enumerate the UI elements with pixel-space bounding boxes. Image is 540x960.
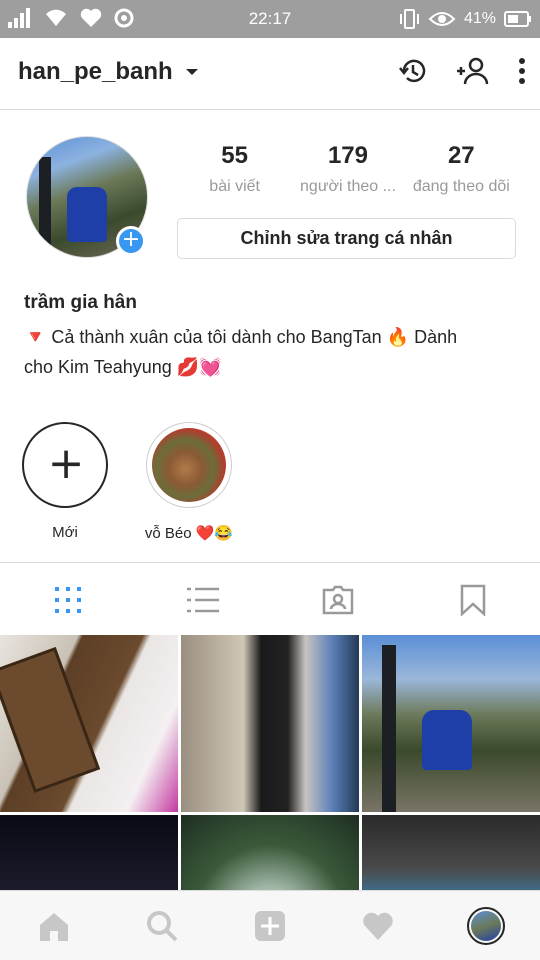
nav-profile[interactable]	[432, 891, 540, 960]
account-switcher[interactable]: han_pe_banh	[18, 58, 199, 86]
username-label: han_pe_banh	[18, 58, 173, 85]
highlight-label: vỗ Béo ❤️😂	[144, 525, 234, 542]
post-thumbnail[interactable]	[0, 635, 178, 812]
battery-percent: 41%	[463, 10, 496, 27]
tab-grid[interactable]	[0, 563, 135, 636]
bio-line: 🔻 Cả thành xuân của tôi dành cho BangTan…	[24, 327, 458, 347]
profile-full-name: trầm gia hân	[24, 292, 137, 313]
nav-activity[interactable]	[324, 891, 432, 960]
followers-stat[interactable]: 179 người theo ...	[291, 142, 404, 196]
profile-avatar-icon	[467, 906, 505, 945]
add-post-icon	[255, 910, 285, 941]
more-icon[interactable]	[518, 56, 526, 86]
plus-icon: +	[47, 438, 85, 489]
following-stat[interactable]: 27 đang theo dõi	[405, 142, 518, 196]
highlight-cover-image	[152, 428, 226, 502]
post-thumbnail[interactable]	[362, 815, 540, 891]
battery-icon	[504, 11, 531, 27]
home-icon	[40, 912, 68, 941]
post-thumbnail[interactable]	[181, 635, 359, 812]
profile-bio: 🔻 Cả thành xuân của tôi dành cho BangTan…	[24, 322, 514, 382]
highlight-label: Mới	[52, 524, 78, 541]
highlight-item[interactable]: vỗ Béo ❤️😂	[144, 422, 234, 542]
search-icon	[147, 910, 178, 941]
followers-count: 179	[327, 142, 368, 169]
grid-icon	[54, 586, 81, 613]
post-grid	[0, 635, 540, 891]
following-count: 27	[447, 142, 475, 169]
add-story-icon[interactable]: +	[116, 226, 146, 256]
post-thumbnail[interactable]	[362, 635, 540, 812]
saved-icon	[460, 584, 485, 616]
profile-stats: 55 bài viết 179 người theo ... 27 đang t…	[178, 142, 518, 196]
highlight-new[interactable]: + Mới	[21, 422, 109, 541]
vibrate-icon	[399, 9, 419, 29]
posts-count: 55	[221, 142, 248, 169]
chevron-down-icon	[185, 69, 198, 75]
nav-search[interactable]	[108, 891, 216, 960]
tagged-icon	[322, 585, 353, 614]
top-nav: han_pe_banh	[0, 38, 540, 110]
activity-icon	[363, 912, 393, 940]
tab-tagged[interactable]	[270, 563, 405, 636]
bottom-nav	[0, 890, 540, 960]
status-bar: 22:17 41%	[0, 0, 540, 38]
history-icon[interactable]	[398, 56, 428, 86]
post-thumbnail[interactable]	[0, 815, 178, 891]
edit-profile-button[interactable]: Chỉnh sửa trang cá nhân	[177, 218, 516, 259]
profile-tabs	[0, 562, 540, 636]
followers-label: người theo ...	[300, 178, 396, 195]
nav-add-post[interactable]	[216, 891, 324, 960]
posts-stat[interactable]: 55 bài viết	[178, 142, 291, 196]
add-user-icon[interactable]	[456, 56, 490, 86]
list-icon	[186, 587, 219, 612]
nav-home[interactable]	[0, 891, 108, 960]
tab-list[interactable]	[135, 563, 270, 636]
posts-label: bài viết	[209, 178, 260, 195]
eye-icon	[428, 12, 456, 26]
bio-line: cho Kim Teahyung 💋💓	[24, 357, 222, 377]
post-thumbnail[interactable]	[181, 815, 359, 891]
following-label: đang theo dõi	[412, 178, 510, 195]
profile-avatar[interactable]: +	[26, 136, 148, 258]
tab-saved[interactable]	[405, 563, 540, 636]
